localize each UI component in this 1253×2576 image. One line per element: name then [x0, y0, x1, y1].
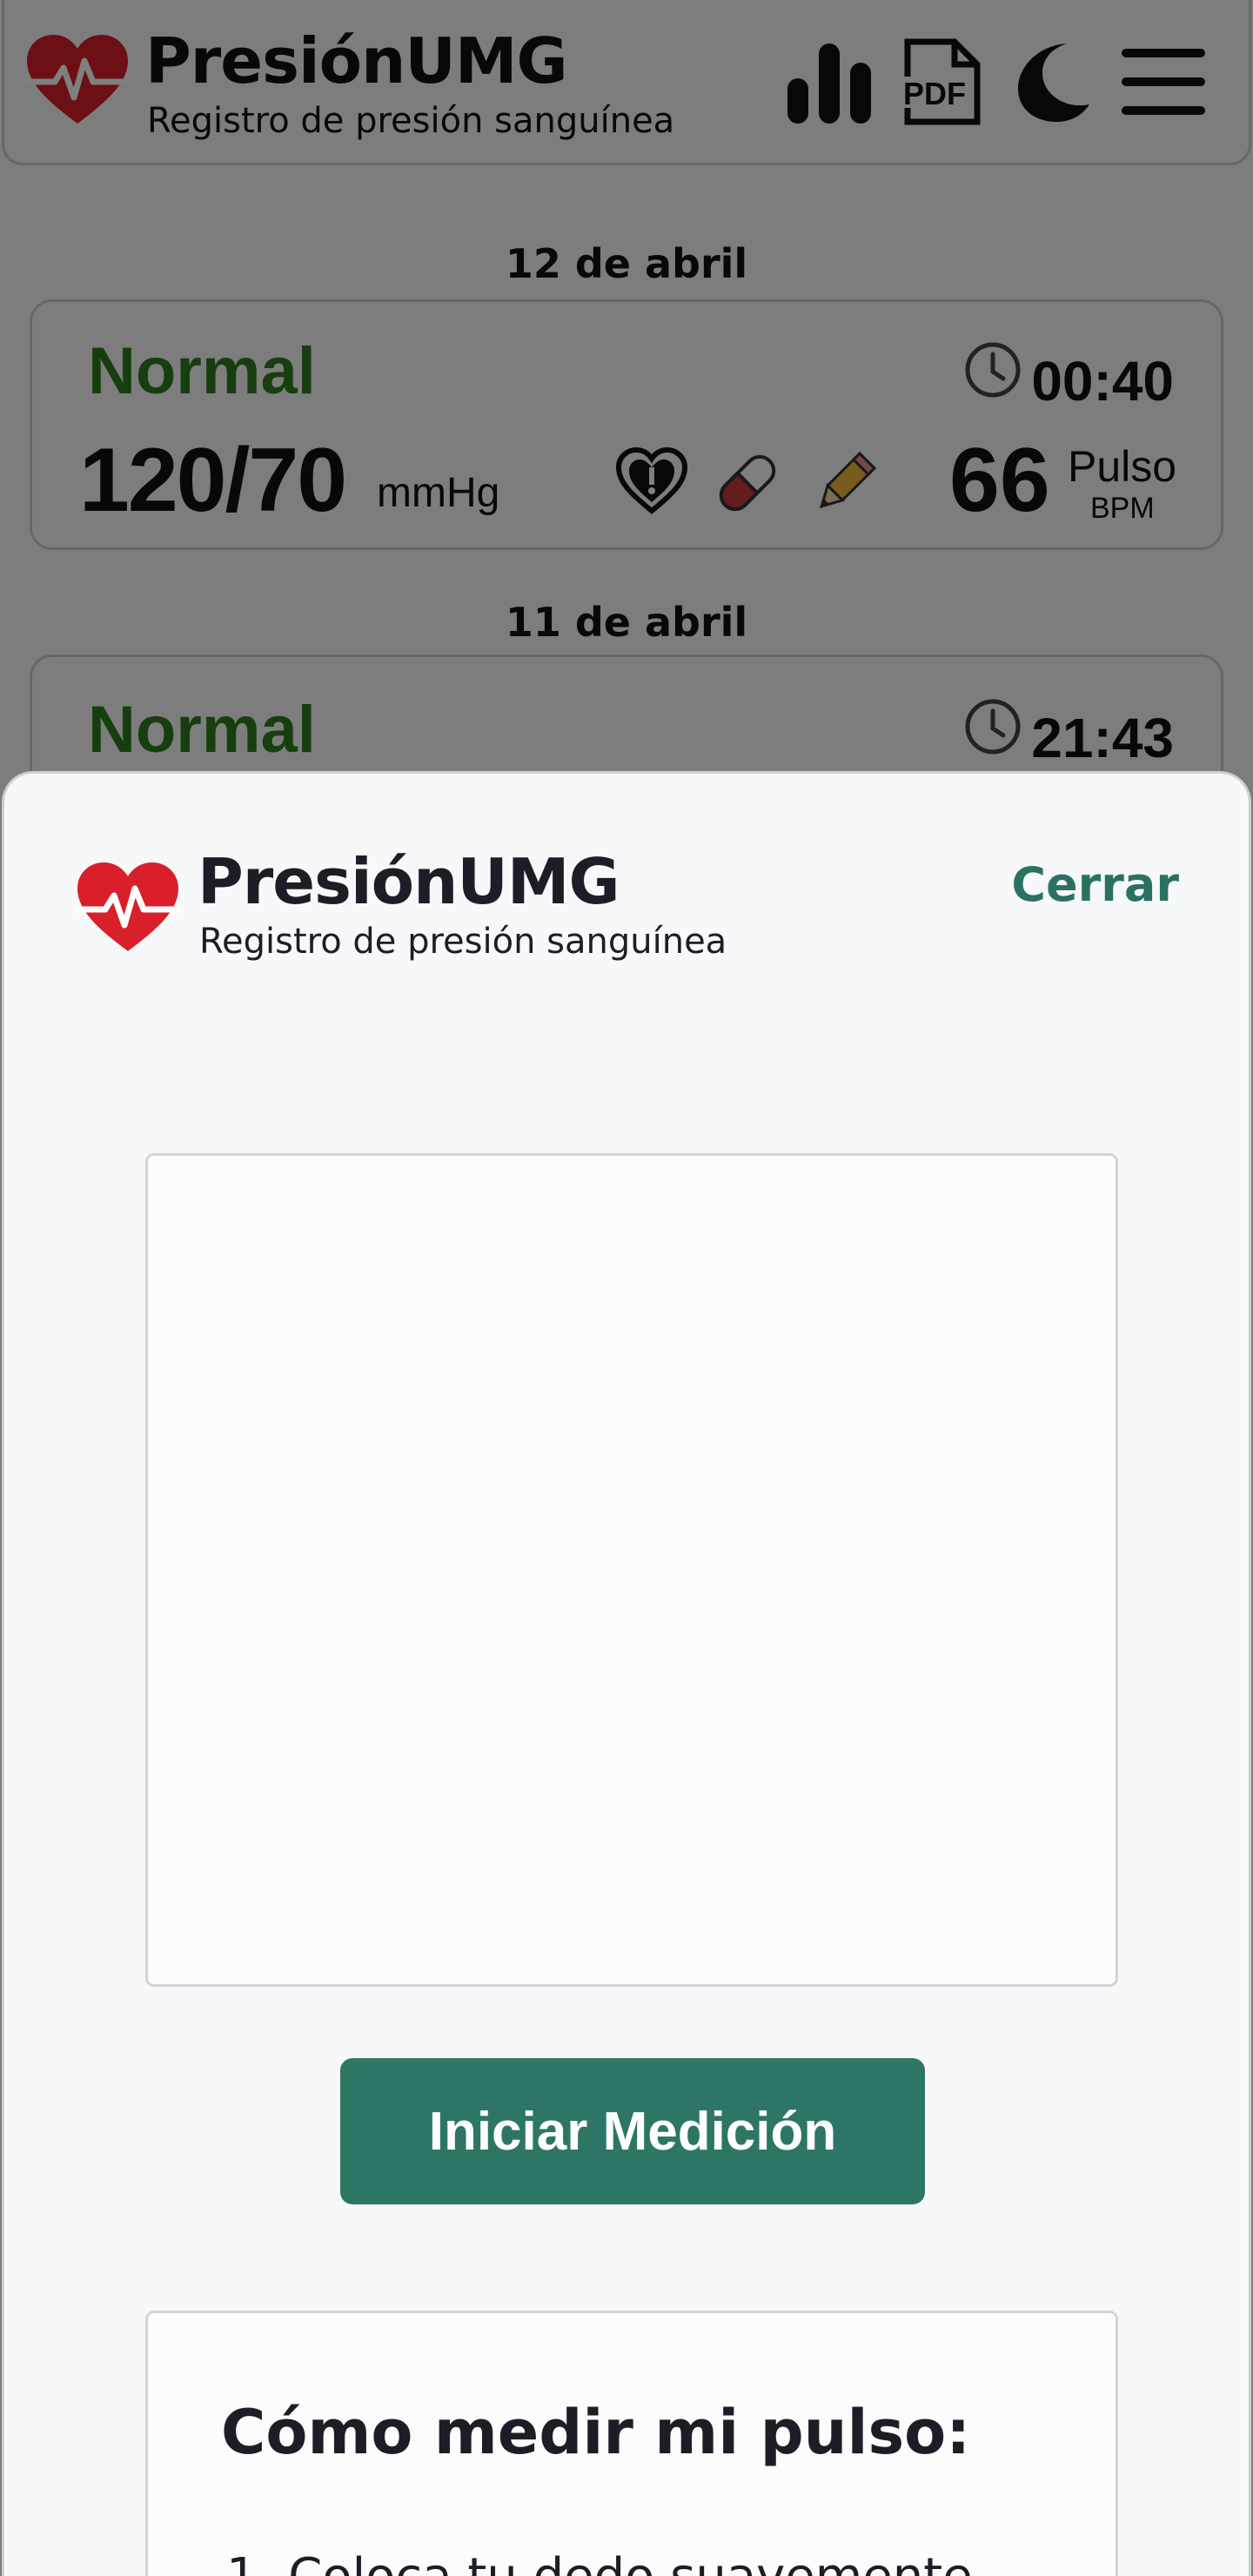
- start-measurement-button[interactable]: Iniciar Medición: [340, 2058, 925, 2204]
- instruction-step: 1. Coloca tu dedo suavemente: [226, 2548, 973, 2576]
- step-text: Coloca tu dedo suavemente: [288, 2548, 972, 2576]
- sheet-subtitle: Registro de presión sanguínea: [199, 922, 727, 962]
- instructions-list: 1. Coloca tu dedo suavemente: [226, 2548, 973, 2576]
- instructions-panel: Cómo medir mi pulso: 1. Coloca tu dedo s…: [145, 2311, 1118, 2576]
- step-number: 1.: [226, 2548, 288, 2576]
- camera-preview: [145, 1153, 1118, 1987]
- sheet-title: PresiónUMG: [198, 845, 620, 918]
- close-button[interactable]: Cerrar: [1011, 857, 1179, 912]
- pulse-measure-sheet: PresiónUMG Registro de presión sanguínea…: [2, 771, 1251, 2576]
- instructions-title: Cómo medir mi pulso:: [221, 2397, 971, 2468]
- heart-pulse-logo-icon: [74, 862, 182, 951]
